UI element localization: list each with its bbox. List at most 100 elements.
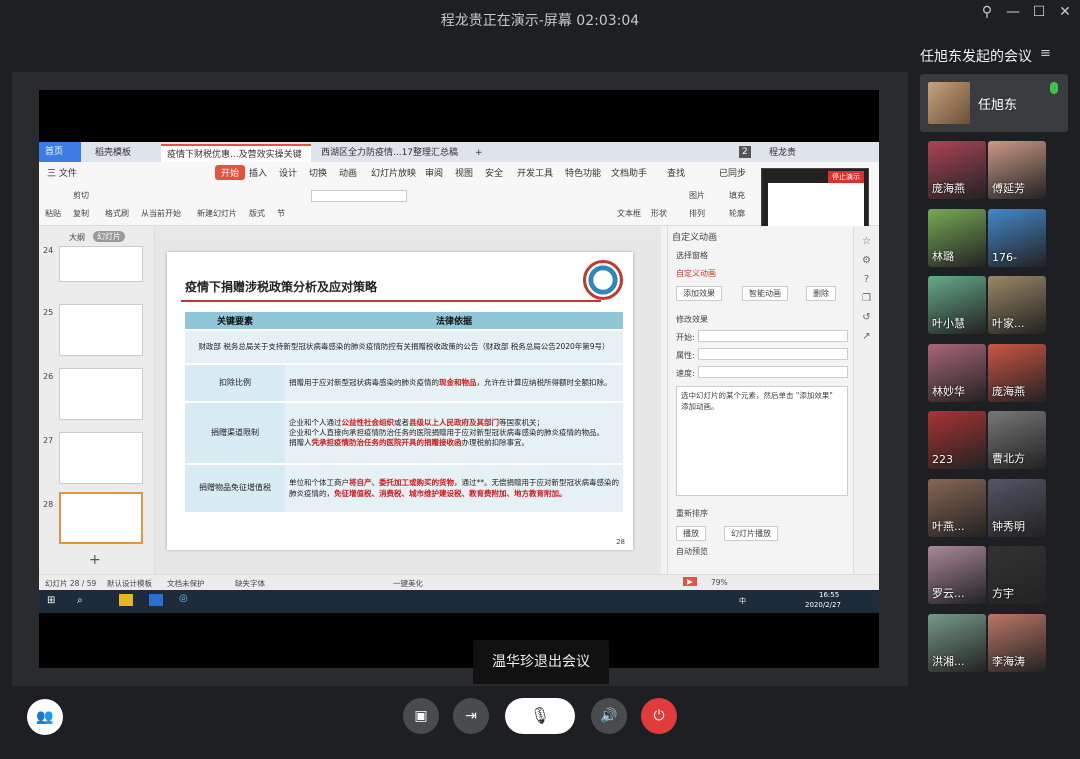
missing-font[interactable]: 缺失字体 bbox=[235, 578, 265, 589]
ime-indicator[interactable]: 中 bbox=[739, 596, 746, 606]
tab-home[interactable]: 首页 bbox=[39, 142, 81, 162]
paste-button[interactable]: 粘贴 bbox=[45, 208, 61, 219]
new-tab-icon[interactable]: + bbox=[469, 144, 489, 162]
participant-card[interactable]: 洪湘... bbox=[928, 613, 986, 672]
slide-thumbnail[interactable] bbox=[59, 368, 143, 420]
switch-screen-button[interactable]: ⇥ bbox=[453, 698, 489, 734]
shape-button[interactable]: 形状 bbox=[651, 208, 667, 219]
star-icon[interactable]: ☆ bbox=[854, 236, 879, 247]
share-icon[interactable]: ↗ bbox=[854, 331, 879, 342]
participant-card[interactable]: 叶小慧 bbox=[928, 276, 986, 334]
close-icon[interactable]: ✕ bbox=[1054, 4, 1076, 22]
participant-card[interactable]: 223 bbox=[928, 411, 986, 469]
browser-icon[interactable]: ◎ bbox=[179, 593, 188, 604]
slides-tab[interactable]: 幻灯片 bbox=[93, 231, 125, 242]
maximize-icon[interactable]: ☐ bbox=[1028, 4, 1050, 22]
leave-meeting-button[interactable]: ⏻ bbox=[641, 698, 677, 734]
outline-tab[interactable]: 大纲 bbox=[69, 232, 85, 243]
tab-docer[interactable]: 稻壳模板 bbox=[89, 144, 137, 162]
animation-list[interactable]: 选中幻灯片的某个元素，然后单击 "添加效果" 添加动画。 bbox=[676, 386, 848, 496]
delete-button[interactable]: 删除 bbox=[806, 286, 836, 301]
start-select[interactable] bbox=[698, 330, 848, 342]
menu-search[interactable]: 查找 bbox=[667, 166, 685, 179]
menu-security[interactable]: 安全 bbox=[485, 166, 503, 179]
menu-switch[interactable]: 切换 bbox=[309, 166, 327, 179]
slide-thumbnail-selected[interactable] bbox=[59, 492, 143, 544]
participant-card[interactable]: 方宇 bbox=[988, 546, 1046, 604]
history-icon[interactable]: ↺ bbox=[854, 312, 879, 323]
add-effect-button[interactable]: 添加效果 bbox=[676, 286, 722, 301]
participant-card[interactable]: 庞海燕 bbox=[928, 141, 986, 199]
participant-card[interactable]: 罗云... bbox=[928, 546, 986, 604]
speaker-button[interactable]: 🔊 bbox=[591, 698, 627, 734]
participant-card[interactable]: 傅延芳 bbox=[988, 141, 1046, 199]
font-name-input[interactable] bbox=[311, 190, 407, 202]
tab-doc[interactable]: 西湖区全力防疫情...17整理汇总稿 bbox=[315, 144, 465, 162]
participant-card[interactable]: 176- bbox=[988, 208, 1046, 267]
slideshow-button[interactable]: 幻灯片播放 bbox=[724, 526, 778, 541]
menu-insert[interactable]: 插入 bbox=[249, 166, 267, 179]
picture-button[interactable]: 图片 bbox=[689, 190, 705, 201]
stop-presenting-button[interactable]: 停止演示 bbox=[828, 171, 864, 183]
start-menu-icon[interactable]: ⊞ bbox=[47, 595, 55, 606]
menu-docassist[interactable]: 文档助手 bbox=[611, 166, 647, 179]
speed-select[interactable] bbox=[698, 366, 848, 378]
participant-card[interactable]: 林妙华 bbox=[928, 343, 986, 402]
menu-devtools[interactable]: 开发工具 bbox=[517, 166, 553, 179]
fill-button[interactable]: 填充 bbox=[729, 190, 745, 201]
play-button[interactable]: 播放 bbox=[676, 526, 706, 541]
menu-slideshow[interactable]: 幻灯片放映 bbox=[371, 166, 416, 179]
beautify-button[interactable]: 一键美化 bbox=[393, 578, 423, 589]
menu-design[interactable]: 设计 bbox=[279, 166, 297, 179]
wps-icon[interactable] bbox=[149, 594, 163, 606]
settings-icon[interactable]: ⚙ bbox=[854, 255, 879, 266]
menu-special[interactable]: 特色功能 bbox=[565, 166, 601, 179]
auto-preview-checkbox[interactable]: 自动预览 bbox=[676, 546, 708, 557]
menu-animation[interactable]: 动画 bbox=[339, 166, 357, 179]
participant-card[interactable]: 李海涛 bbox=[988, 613, 1046, 672]
textbox-button[interactable]: 文本框 bbox=[617, 208, 641, 219]
search-icon[interactable]: ⌕ bbox=[77, 595, 83, 606]
list-view-icon[interactable]: ≡ bbox=[1040, 46, 1051, 61]
layout-button[interactable]: 版式 bbox=[249, 208, 265, 219]
format-painter-button[interactable]: 格式刷 bbox=[105, 208, 129, 219]
play-from-current-button[interactable]: 从当前开始 bbox=[141, 208, 181, 219]
tab-ppt-active[interactable]: 疫情下财税优惠...及营效实操关键 bbox=[161, 144, 311, 162]
property-select[interactable] bbox=[698, 348, 848, 360]
members-button[interactable]: 👥 bbox=[27, 699, 63, 735]
menu-start[interactable]: 开始 bbox=[215, 165, 246, 180]
protect-status[interactable]: 文档未保护 bbox=[167, 578, 205, 589]
slide-thumbnail[interactable] bbox=[59, 246, 143, 282]
participant-card[interactable]: 叶家... bbox=[988, 276, 1046, 334]
cut-button[interactable]: 剪切 bbox=[73, 190, 89, 201]
outline-button[interactable]: 轮廓 bbox=[729, 208, 745, 219]
play-slideshow-icon[interactable]: ▶ bbox=[683, 577, 697, 586]
participant-card[interactable]: 叶燕... bbox=[928, 478, 986, 537]
selection-pane-link[interactable]: 选择窗格 bbox=[676, 250, 708, 261]
arrange-button[interactable]: 排列 bbox=[689, 208, 705, 219]
mic-button[interactable]: 🎙 bbox=[505, 698, 575, 734]
pin-icon[interactable]: ⚲ bbox=[976, 4, 998, 22]
copy-icon[interactable]: ❐ bbox=[854, 293, 879, 304]
slide-thumbnail[interactable] bbox=[59, 432, 143, 484]
share-screen-button[interactable]: ▣ bbox=[403, 698, 439, 734]
smart-animation-button[interactable]: 智能动画 bbox=[742, 286, 788, 301]
new-slide-button[interactable]: 新建幻灯片 bbox=[197, 208, 237, 219]
menu-review[interactable]: 审阅 bbox=[425, 166, 443, 179]
participant-card[interactable]: 钟秀明 bbox=[988, 478, 1046, 537]
copy-button[interactable]: 复制 bbox=[73, 208, 89, 219]
menu-view[interactable]: 视图 bbox=[455, 166, 473, 179]
zoom-level[interactable]: 79% bbox=[711, 578, 728, 587]
participant-card[interactable]: 庞海燕 bbox=[988, 343, 1046, 402]
participant-card[interactable]: 林璐 bbox=[928, 208, 986, 267]
current-slide[interactable]: 疫情下捐赠涉税政策分析及应对策略 关键要素 法律依据 财政部 税务总局关于支持新… bbox=[167, 252, 633, 550]
add-slide-icon[interactable]: + bbox=[89, 552, 101, 568]
minimize-icon[interactable]: — bbox=[1002, 4, 1024, 22]
slide-thumbnail[interactable] bbox=[59, 304, 143, 356]
explorer-icon[interactable] bbox=[119, 594, 133, 606]
host-card[interactable]: 任旭东 bbox=[920, 74, 1068, 132]
menu-file[interactable]: 三 文件 bbox=[47, 166, 77, 179]
user-name[interactable]: 程龙贵 bbox=[763, 144, 802, 162]
help-icon[interactable]: ? bbox=[854, 274, 879, 285]
participant-card[interactable]: 曹北方 bbox=[988, 411, 1046, 469]
